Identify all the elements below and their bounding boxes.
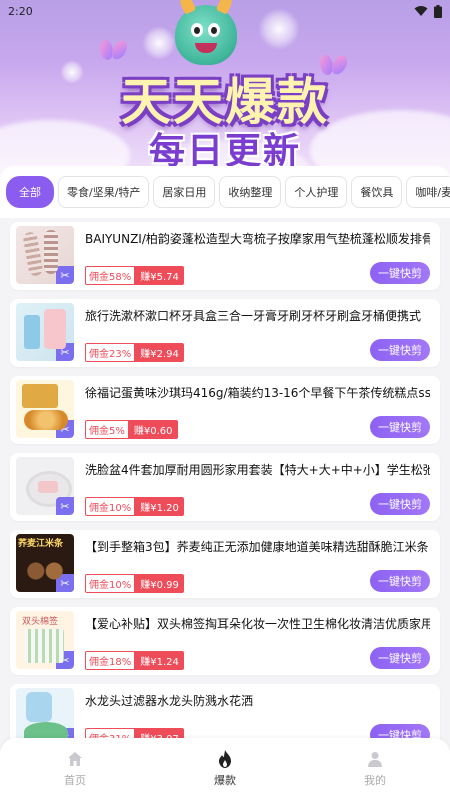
tab-tableware[interactable]: 餐饮具: [351, 176, 403, 208]
commission-tags: 佣金58% 赚¥5.74: [85, 266, 184, 285]
quick-cut-button[interactable]: 一键快剪: [370, 339, 430, 361]
tab-snacks[interactable]: 零食/坚果/特产: [58, 176, 150, 208]
tab-household[interactable]: 居家日用: [153, 176, 216, 208]
commission-tags: 佣金5% 赚¥0.60: [85, 420, 178, 439]
earn-amount: 赚¥0.99: [135, 574, 184, 593]
quick-cut-button[interactable]: 一键快剪: [370, 416, 430, 438]
product-card[interactable]: ✂ 洗脸盆4件套加厚耐用圆形家用套装【特大+大+中+小】学生松弛感 佣金10% …: [10, 453, 440, 521]
commission-rate: 佣金23%: [85, 343, 136, 362]
earn-amount: 赚¥1.20: [135, 497, 184, 516]
product-title: 洗脸盆4件套加厚耐用圆形家用套装【特大+大+中+小】学生松弛感: [85, 463, 430, 477]
product-thumbnail[interactable]: ✂: [16, 457, 74, 515]
product-card[interactable]: ✂ 徐福记蛋黄味沙琪玛416g/箱装约13-16个早餐下午茶传统糕点sss 佣金…: [10, 376, 440, 444]
person-icon: [366, 750, 384, 768]
promo-banner: 天天爆款 每日更新: [0, 0, 450, 182]
scissor-icon: ✂: [56, 266, 74, 284]
product-title: 水龙头过滤器水龙头防溅水花洒: [85, 694, 254, 708]
product-title: 【到手整箱3包】荞麦纯正无添加健康地道美味精选甜酥脆江米条: [85, 540, 429, 554]
product-list: ✂ BAIYUNZI/柏韵姿蓬松造型大弯梳子按摩家用气垫梳蓬松顺发排骨梳 佣金5…: [0, 218, 450, 748]
bottom-nav: 首页 爆款 我的: [0, 738, 450, 800]
status-icons: [414, 4, 442, 18]
earn-amount: 赚¥2.94: [135, 343, 184, 362]
product-thumbnail[interactable]: ✂: [16, 534, 74, 592]
category-tabs: 全部 零食/坚果/特产 居家日用 收纳整理 个人护理 餐饮具 咖啡/麦片/冲: [0, 166, 450, 218]
product-thumbnail[interactable]: ✂: [16, 611, 74, 669]
commission-tags: 佣金10% 赚¥1.20: [85, 497, 184, 516]
nav-hot[interactable]: 爆款: [150, 738, 300, 800]
product-card[interactable]: ✂ 旅行洗漱杯漱口杯牙具盒三合一牙膏牙刷牙杯牙刷盒牙桶便携式 佣金23% 赚¥2…: [10, 299, 440, 367]
home-icon: [66, 750, 84, 768]
scissor-icon: ✂: [56, 574, 74, 592]
scissor-icon: ✂: [56, 420, 74, 438]
product-card[interactable]: ✂ BAIYUNZI/柏韵姿蓬松造型大弯梳子按摩家用气垫梳蓬松顺发排骨梳 佣金5…: [10, 222, 440, 290]
flame-icon: [216, 750, 234, 768]
battery-icon: [434, 4, 442, 18]
nav-home[interactable]: 首页: [0, 738, 150, 800]
product-title: 旅行洗漱杯漱口杯牙具盒三合一牙膏牙刷牙杯牙刷盒牙桶便携式: [85, 309, 422, 323]
product-title: 徐福记蛋黄味沙琪玛416g/箱装约13-16个早餐下午茶传统糕点sss: [85, 386, 430, 400]
product-thumbnail[interactable]: ✂: [16, 303, 74, 361]
product-title: BAIYUNZI/柏韵姿蓬松造型大弯梳子按摩家用气垫梳蓬松顺发排骨梳: [85, 232, 430, 246]
scissor-icon: ✂: [56, 497, 74, 515]
earn-amount: 赚¥0.60: [128, 420, 178, 439]
status-time: 2:20: [8, 4, 33, 18]
product-card[interactable]: ✂ 【爱心补贴】双头棉签掏耳朵化妆一次性卫生棉化妆清洁优质家用白色 佣金18% …: [10, 607, 440, 675]
nav-profile[interactable]: 我的: [300, 738, 450, 800]
tab-storage[interactable]: 收纳整理: [219, 176, 282, 208]
commission-tags: 佣金18% 赚¥1.24: [85, 651, 184, 670]
wifi-icon: [414, 6, 428, 16]
earn-amount: 赚¥5.74: [135, 266, 184, 285]
tab-coffee[interactable]: 咖啡/麦片/冲: [406, 176, 450, 208]
butterfly-icon: [100, 40, 126, 62]
status-bar: 2:20: [0, 0, 450, 22]
commission-rate: 佣金10%: [85, 574, 136, 593]
product-card[interactable]: ✂ 【到手整箱3包】荞麦纯正无添加健康地道美味精选甜酥脆江米条 佣金10% 赚¥…: [10, 530, 440, 598]
product-thumbnail[interactable]: ✂: [16, 380, 74, 438]
quick-cut-button[interactable]: 一键快剪: [370, 262, 430, 284]
commission-tags: 佣金10% 赚¥0.99: [85, 574, 184, 593]
nav-home-label: 首页: [64, 774, 86, 787]
commission-rate: 佣金18%: [85, 651, 136, 670]
product-thumbnail[interactable]: ✂: [16, 226, 74, 284]
scissor-icon: ✂: [56, 343, 74, 361]
tab-personal-care[interactable]: 个人护理: [285, 176, 348, 208]
scissor-icon: ✂: [56, 651, 74, 669]
quick-cut-button[interactable]: 一键快剪: [370, 493, 430, 515]
product-title: 【爱心补贴】双头棉签掏耳朵化妆一次性卫生棉化妆清洁优质家用白色: [85, 617, 430, 631]
commission-rate: 佣金5%: [85, 420, 129, 439]
commission-rate: 佣金10%: [85, 497, 136, 516]
commission-rate: 佣金58%: [85, 266, 136, 285]
tab-all[interactable]: 全部: [6, 176, 54, 208]
quick-cut-button[interactable]: 一键快剪: [370, 647, 430, 669]
quick-cut-button[interactable]: 一键快剪: [370, 570, 430, 592]
nav-profile-label: 我的: [364, 774, 386, 787]
nav-hot-label: 爆款: [214, 774, 236, 787]
earn-amount: 赚¥1.24: [135, 651, 184, 670]
commission-tags: 佣金23% 赚¥2.94: [85, 343, 184, 362]
